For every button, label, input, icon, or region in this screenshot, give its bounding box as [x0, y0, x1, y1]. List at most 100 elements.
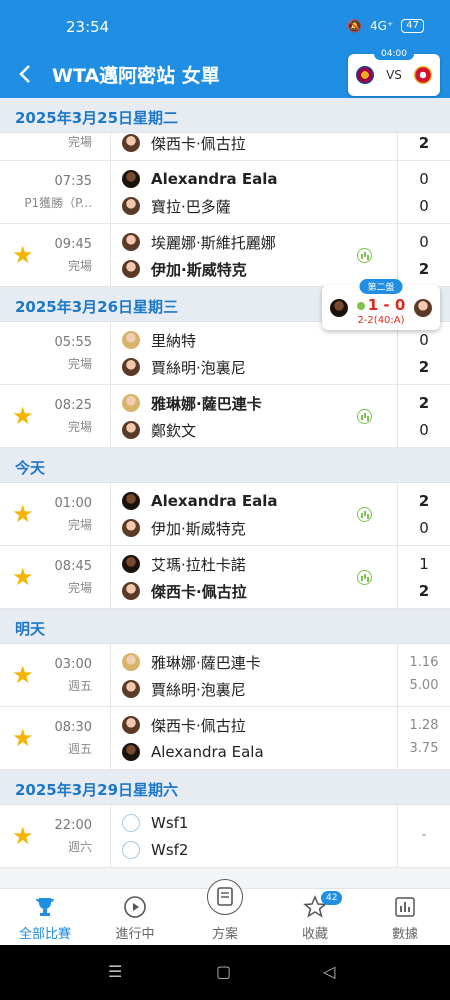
live-score-value: 1 - 0 — [367, 296, 406, 314]
tab-live[interactable]: 進行中 — [90, 889, 180, 945]
tab-all-matches[interactable]: 全部比賽 — [0, 889, 90, 945]
match-row[interactable]: 05:55 完場 里納特 賈絲明·泡裏尼 0 2 — [0, 322, 450, 385]
match-time: 05:55 — [54, 335, 92, 350]
tab-favorites[interactable]: 42 收藏 — [270, 889, 360, 945]
favorites-count-badge: 42 — [321, 891, 343, 905]
player-two-score: 0 — [419, 197, 429, 215]
home-icon[interactable]: ▢ — [216, 962, 231, 981]
match-day: 週六 — [67, 840, 92, 854]
player-two: 傑西卡·佩古拉 — [122, 580, 247, 602]
match-row[interactable]: ★ 09:45 完場 埃麗娜·斯維托麗娜 伊加·斯威特克 0 2 — [0, 224, 450, 287]
tab-data[interactable]: 數據 — [360, 889, 450, 945]
player-name: 賈絲明·泡裏尼 — [151, 680, 246, 699]
match-row[interactable]: ★ 08:30 週五 傑西卡·佩古拉 Alexandra Eala 1.28 3… — [0, 707, 450, 770]
page-title: WTA邁阿密站 女單 — [52, 65, 220, 87]
player-name: 傑西卡·佩古拉 — [151, 716, 246, 735]
player-avatar — [414, 299, 432, 317]
match-status: 完場 — [67, 420, 92, 434]
status-time: 23:54 — [66, 18, 110, 36]
match-time: 08:30 — [54, 720, 92, 735]
live-match-card[interactable]: 04:00 VS — [348, 48, 440, 96]
match-row[interactable]: ★ 03:00 週五 雅琳娜·薩巴連卡 賈絲明·泡裏尼 1.16 5.00 — [0, 644, 450, 707]
player-one-score: 0 — [419, 233, 429, 251]
stats-icon[interactable] — [357, 409, 372, 424]
player-avatar — [122, 134, 140, 152]
player-name: 傑西卡·佩古拉 — [151, 134, 246, 153]
player-two-score: 2 — [418, 358, 430, 376]
player-placeholder-avatar — [122, 814, 140, 832]
trophy-icon — [36, 898, 54, 916]
live-score-popup[interactable]: 第二盤 1 - 0 2-2(40:A) — [322, 279, 440, 330]
match-list[interactable]: 2025年3月25日星期二 完場 傑西卡·佩古拉 2 07:35 P1獲勝（P.… — [0, 98, 450, 888]
player-one: 雅琳娜·薩巴連卡 — [122, 651, 261, 673]
player-one: 雅琳娜·薩巴連卡 — [122, 392, 262, 414]
player-name: 雅琳娜·薩巴連卡 — [151, 394, 262, 413]
player-name: 鄭欽文 — [151, 421, 197, 440]
match-row[interactable]: 07:35 P1獲勝（P... Alexandra Eala 寶拉·巴多薩 0 … — [0, 161, 450, 224]
date-section-header: 2025年3月25日星期二 — [0, 98, 450, 133]
back-arrow-icon[interactable] — [12, 58, 40, 90]
tab-plans[interactable]: 方案 — [180, 879, 270, 945]
serve-indicator-icon — [356, 301, 365, 310]
player-one: 艾瑪·拉杜卡諾 — [122, 553, 246, 575]
player-one: 埃麗娜·斯維托麗娜 — [122, 231, 276, 253]
system-navigation-bar: ☰ ▢ ◁ — [0, 945, 450, 1000]
player-two-odds: 5.00 — [409, 678, 439, 693]
player-name: Wsf1 — [151, 814, 189, 832]
match-row[interactable]: ★ 08:25 完場 雅琳娜·薩巴連卡 鄭欽文 2 0 — [0, 385, 450, 448]
match-time: 08:45 — [54, 559, 92, 574]
player-avatar — [122, 680, 140, 698]
match-time: 03:00 — [54, 657, 92, 672]
match-time: 22:00 — [54, 818, 92, 833]
player-name: Alexandra Eala — [151, 492, 278, 510]
player-two: 伊加·斯威特克 — [122, 258, 247, 280]
odds-unavailable: - — [421, 827, 427, 843]
match-row[interactable]: ★ 22:00 週六 Wsf1 Wsf2 - — [0, 805, 450, 868]
match-status: 完場 — [67, 135, 92, 149]
match-row[interactable]: ★ 08:45 完場 艾瑪·拉杜卡諾 傑西卡·佩古拉 1 2 — [0, 546, 450, 609]
player-avatar — [122, 421, 140, 439]
player-name: 埃麗娜·斯維托麗娜 — [151, 233, 276, 252]
match-status: 完場 — [67, 357, 92, 371]
menu-icon[interactable]: ☰ — [108, 962, 122, 981]
document-icon — [207, 879, 243, 915]
player-one-score: 2 — [418, 492, 430, 510]
tab-label: 方案 — [211, 927, 238, 942]
match-time: 01:00 — [54, 496, 92, 511]
match-day: 週五 — [67, 742, 92, 756]
player-one-score: 0 — [419, 170, 429, 188]
player-one: Wsf1 — [122, 812, 188, 834]
player-two: 賈絲明·泡裏尼 — [122, 356, 246, 378]
status-icons: 🔕 4G⁺ 47 — [347, 19, 424, 33]
player-name: 艾瑪·拉杜卡諾 — [151, 555, 246, 574]
player-one-score: 2 — [418, 394, 430, 412]
back-icon[interactable]: ◁ — [323, 962, 335, 981]
match-status: 完場 — [67, 581, 92, 595]
player-avatar — [122, 743, 140, 761]
player-one-score: 0 — [419, 331, 429, 349]
osasuna-crest-icon — [414, 66, 432, 84]
stats-icon[interactable] — [357, 570, 372, 585]
player-two-odds: 3.75 — [409, 741, 439, 756]
player-two: Wsf2 — [122, 839, 188, 861]
player-name: 伊加·斯威特克 — [151, 260, 247, 279]
player-placeholder-avatar — [122, 841, 140, 859]
player-two: 賈絲明·泡裏尼 — [122, 678, 246, 700]
mute-icon: 🔕 — [347, 19, 362, 33]
play-icon — [124, 896, 146, 918]
player-one-score: 1 — [419, 555, 429, 573]
player-avatar — [122, 331, 140, 349]
match-row[interactable]: ★ 01:00 完場 Alexandra Eala 伊加·斯威特克 2 0 — [0, 483, 450, 546]
date-section-header: 今天 — [0, 448, 450, 483]
match-day: 週五 — [67, 679, 92, 693]
match-status: 完場 — [67, 259, 92, 273]
player-avatar — [122, 555, 140, 573]
stats-icon[interactable] — [357, 507, 372, 522]
player-avatar — [122, 170, 140, 188]
player-avatar — [122, 492, 140, 510]
stats-icon[interactable] — [357, 248, 372, 263]
match-row[interactable]: 完場 傑西卡·佩古拉 2 — [0, 133, 450, 161]
bar-chart-icon — [395, 897, 415, 917]
player-avatar — [122, 716, 140, 734]
match-time: 08:25 — [54, 398, 92, 413]
